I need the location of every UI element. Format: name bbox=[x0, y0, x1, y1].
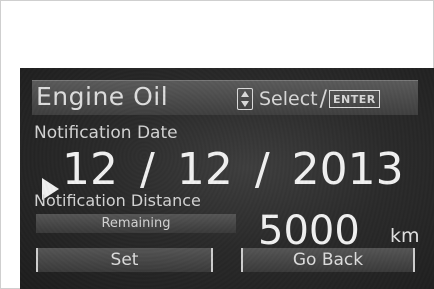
enter-key-label: ENTER bbox=[329, 90, 380, 108]
set-button[interactable]: Set bbox=[36, 248, 213, 272]
date-separator: / bbox=[140, 144, 155, 195]
page-title: Engine Oil bbox=[36, 82, 169, 111]
distance-unit: km bbox=[390, 225, 420, 247]
notification-date-label: Notification Date bbox=[34, 123, 178, 143]
select-label: Select bbox=[259, 88, 318, 110]
go-back-button[interactable]: Go Back bbox=[241, 248, 415, 272]
date-day[interactable]: 12 bbox=[177, 144, 233, 195]
date-separator: / bbox=[254, 144, 270, 195]
remaining-label: Remaining bbox=[36, 214, 236, 233]
updown-arrows-icon bbox=[237, 88, 253, 110]
date-year[interactable]: 2013 bbox=[292, 144, 404, 195]
select-enter-hint: Select / ENTER bbox=[237, 86, 380, 112]
date-month[interactable]: 12 bbox=[62, 144, 118, 195]
display-screen: Engine Oil Select / ENTER Notification D… bbox=[20, 68, 434, 289]
notification-distance-label: Notification Distance bbox=[34, 191, 201, 210]
hint-separator: / bbox=[319, 86, 328, 112]
notification-date-value[interactable]: 12 / 12 / 2013 bbox=[62, 144, 404, 195]
title-bar: Engine Oil Select / ENTER bbox=[32, 80, 418, 115]
